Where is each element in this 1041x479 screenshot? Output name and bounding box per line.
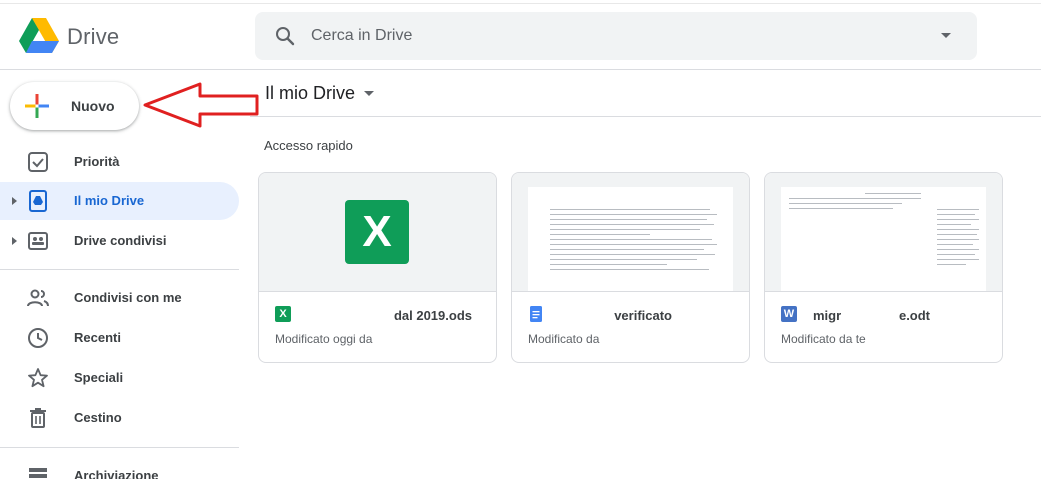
file-meta: Modificato da (528, 332, 600, 346)
top-border (0, 3, 1041, 4)
star-icon (28, 368, 48, 388)
sidebar-divider (0, 269, 239, 270)
file-name: migr e.odt (813, 308, 931, 323)
shared-drive-icon (28, 232, 48, 250)
document-file-icon (530, 306, 542, 322)
file-name: verificato (614, 308, 672, 323)
new-button-label: Nuovo (71, 98, 115, 114)
document-thumbnail (528, 187, 733, 291)
file-card[interactable]: W migr e.odt Modificato da te (764, 172, 1003, 363)
search-icon[interactable] (273, 24, 297, 48)
sidebar-item-il-mio-drive[interactable]: Il mio Drive (0, 182, 239, 220)
file-card[interactable]: X X dal 2019.ods Modificato oggi da (258, 172, 497, 363)
expand-arrow-icon[interactable] (12, 237, 17, 245)
drive-icon (29, 190, 47, 212)
page-title[interactable]: Il mio Drive (265, 83, 355, 104)
sidebar-item-label: Il mio Drive (74, 193, 145, 208)
sidebar-item-label: Condivisi con me (74, 290, 182, 305)
search-options-icon[interactable] (941, 33, 951, 38)
word-file-icon: W (781, 306, 797, 322)
sidebar-item-recenti[interactable]: Recenti (0, 319, 239, 357)
file-preview[interactable] (765, 173, 1002, 292)
sidebar-item-condivisi-con-me[interactable]: Condivisi con me (0, 279, 239, 317)
section-heading: Accesso rapido (264, 138, 353, 153)
sidebar-item-drive-condivisi[interactable]: Drive condivisi (0, 222, 239, 260)
sidebar-item-archiviazione[interactable]: Archiviazione (0, 457, 239, 479)
sidebar-divider (0, 447, 239, 448)
spreadsheet-file-icon: X (275, 306, 291, 322)
sidebar-item-label: Cestino (74, 410, 122, 425)
annotation-arrow-icon (143, 82, 259, 128)
sidebar-item-label: Speciali (74, 370, 124, 385)
sidebar-item-priorita[interactable]: Priorità (0, 143, 239, 181)
file-meta: Modificato oggi da (275, 332, 373, 346)
people-icon (27, 289, 49, 307)
app-brand[interactable]: Drive (67, 24, 119, 50)
sidebar-item-speciali[interactable]: Speciali (0, 359, 239, 397)
sidebar-item-cestino[interactable]: Cestino (0, 399, 239, 437)
document-thumbnail (781, 187, 986, 291)
spreadsheet-icon: X (345, 200, 409, 264)
sidebar-item-label: Recenti (74, 330, 121, 345)
document-thumbnail-column (937, 209, 979, 269)
sidebar-item-label: Drive condivisi (74, 233, 167, 248)
new-button[interactable]: Nuovo (10, 82, 139, 130)
checkbox-icon (28, 152, 48, 172)
plus-icon (25, 94, 49, 118)
file-preview[interactable] (512, 173, 749, 292)
main-divider (250, 116, 1041, 117)
drive-logo-icon[interactable] (19, 18, 59, 54)
clock-icon (28, 328, 48, 348)
file-meta: Modificato da te (781, 332, 866, 346)
file-name: dal 2019.ods (393, 308, 472, 323)
sidebar-item-label: Archiviazione (74, 468, 159, 479)
app-header: Drive (0, 0, 1041, 70)
sidebar-item-label: Priorità (74, 154, 120, 169)
sidebar: Nuovo Priorità Il mio Drive Drive condiv… (0, 71, 250, 479)
chevron-down-icon[interactable] (364, 91, 374, 96)
trash-icon (30, 408, 46, 428)
expand-arrow-icon[interactable] (12, 197, 17, 205)
file-card[interactable]: verificato Modificato da (511, 172, 750, 363)
search-bar[interactable] (255, 12, 977, 60)
storage-icon (29, 468, 47, 478)
search-input[interactable] (311, 25, 911, 47)
file-preview[interactable]: X (259, 173, 496, 292)
